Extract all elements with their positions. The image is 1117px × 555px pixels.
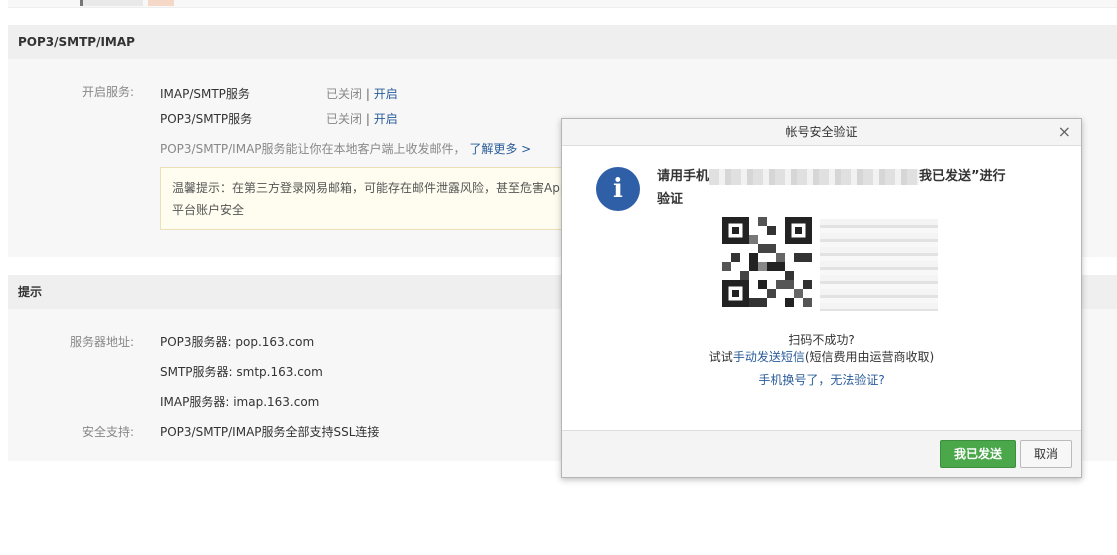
message-prefix: 请用手机: [657, 169, 710, 184]
scan-failed-text: 扫码不成功?: [788, 333, 855, 347]
service-status-imap: 已关闭 | 开启: [326, 85, 398, 102]
top-preview-strip: [8, 0, 1117, 8]
account-verification-dialog: 帐号安全验证 × i 请用手机 我已发送”进行 验证 扫码不成功? 试试手动发送短…: [561, 118, 1082, 478]
warning-tip-box: 温馨提示：在第三方登录网易邮箱，可能存在邮件泄露风险，甚至危害App 平台账户安…: [160, 167, 580, 230]
thumbnail-preview-2: [148, 0, 174, 6]
service-label: 开启服务:: [81, 85, 134, 99]
server-imap: IMAP服务器: imap.163.com: [160, 395, 320, 409]
enable-pop3-link[interactable]: 开启: [374, 112, 398, 126]
panel-title: POP3/SMTP/IMAP: [8, 25, 1117, 59]
service-name: IMAP/SMTP服务: [160, 87, 250, 101]
tip-line-1: 温馨提示：在第三方登录网易邮箱，可能存在邮件泄露风险，甚至危害App: [172, 181, 568, 195]
dialog-header: 帐号安全验证 ×: [562, 119, 1081, 146]
manual-sms-link[interactable]: 手动发送短信: [733, 350, 805, 364]
status-text: 已关闭: [326, 87, 363, 101]
phone-changed-line: 手机换号了，无法验证?: [562, 371, 1081, 388]
redacted-text: [709, 168, 920, 185]
cancel-button[interactable]: 取消: [1020, 440, 1072, 468]
divider: |: [365, 112, 370, 126]
status-text: 已关闭: [326, 112, 363, 126]
enable-imap-link[interactable]: 开启: [374, 87, 398, 101]
dialog-footer: 我已发送 取消: [562, 430, 1081, 477]
redacted-text: [820, 219, 938, 311]
close-icon[interactable]: ×: [1058, 119, 1071, 145]
verification-message: 请用手机 我已发送”进行 验证: [657, 165, 1057, 211]
message-suffix: 我已发送”进行: [919, 169, 1006, 184]
service-name: POP3/SMTP服务: [160, 112, 253, 126]
divider: |: [365, 87, 370, 101]
manual-sms-line: 试试手动发送短信(短信费用由运营商收取): [562, 348, 1081, 365]
phone-changed-link[interactable]: 手机换号了，无法验证?: [758, 373, 884, 387]
security-support-value: POP3/SMTP/IMAP服务全部支持SSL连接: [160, 425, 380, 439]
server-smtp: SMTP服务器: smtp.163.com: [160, 365, 323, 379]
server-address-label: 服务器地址:: [69, 335, 134, 349]
service-status-pop3: 已关闭 | 开启: [326, 110, 398, 127]
learn-more-link[interactable]: 了解更多 >: [469, 142, 531, 156]
description-text: POP3/SMTP/IMAP服务能让你在本地客户端上收发邮件，: [160, 142, 466, 156]
service-row-pop3: POP3/SMTP服务: [160, 110, 252, 127]
server-pop3: POP3服务器: pop.163.com: [160, 335, 315, 349]
thumbnail-preview: [80, 0, 143, 6]
dialog-title: 帐号安全验证: [785, 125, 858, 139]
service-row-imap: IMAP/SMTP服务: [160, 85, 250, 102]
service-description: POP3/SMTP/IMAP服务能让你在本地客户端上收发邮件， 了解更多 >: [160, 140, 531, 157]
manual-prefix: 试试: [708, 350, 733, 364]
confirm-sent-button[interactable]: 我已发送: [940, 440, 1016, 468]
qr-code: [722, 217, 812, 307]
info-icon: i: [596, 167, 640, 211]
tip-line-2: 平台账户安全: [172, 203, 245, 217]
manual-suffix: (短信费用由运营商收取): [804, 350, 935, 364]
security-support-label: 安全支持:: [81, 425, 134, 439]
message-line-2: 验证: [657, 192, 684, 207]
